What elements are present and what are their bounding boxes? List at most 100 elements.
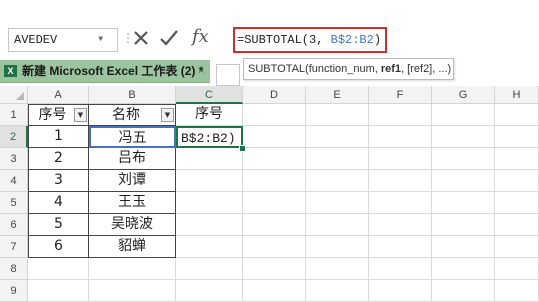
cell-b5[interactable]: 王玉 [89, 192, 176, 214]
empty-cell[interactable] [243, 148, 306, 170]
cell-b1[interactable]: 名称 ▼ [89, 104, 176, 126]
empty-cell[interactable] [306, 192, 369, 214]
column-header-f[interactable]: F [369, 86, 432, 104]
empty-cell[interactable] [432, 280, 495, 302]
empty-cell[interactable] [495, 104, 539, 126]
formula-input[interactable]: =SUBTOTAL(3, B$2:B2) [233, 27, 387, 53]
enter-check-icon[interactable] [158, 26, 180, 50]
empty-cell[interactable] [176, 280, 243, 302]
workbook-tab[interactable]: X 新建 Microsoft Excel 工作表 (2) * × [0, 60, 210, 83]
column-header-c[interactable]: C [176, 86, 243, 104]
empty-cell[interactable] [243, 192, 306, 214]
cell-a7[interactable]: 6 [28, 236, 89, 258]
empty-cell[interactable] [89, 258, 176, 280]
empty-cell[interactable] [243, 236, 306, 258]
insert-function-button[interactable]: fx [192, 26, 209, 47]
empty-cell[interactable] [306, 104, 369, 126]
cell-c2-active[interactable]: B$2:B2) [176, 126, 243, 148]
row-header-1[interactable]: 1 [0, 104, 28, 126]
empty-cell[interactable] [495, 214, 539, 236]
empty-cell[interactable] [306, 170, 369, 192]
empty-cell[interactable] [306, 280, 369, 302]
close-icon[interactable]: × [198, 60, 204, 82]
cell-c5[interactable] [176, 192, 243, 214]
name-box[interactable]: AVEDEV ▼ [8, 28, 118, 52]
cell-a4[interactable]: 3 [28, 170, 89, 192]
empty-cell[interactable] [28, 258, 89, 280]
empty-cell[interactable] [243, 280, 306, 302]
cell-c4[interactable] [176, 170, 243, 192]
cell-c7[interactable] [176, 236, 243, 258]
empty-cell[interactable] [369, 214, 432, 236]
cell-c1[interactable]: 序号 [176, 104, 243, 126]
cell-b4[interactable]: 刘谭 [89, 170, 176, 192]
empty-cell[interactable] [243, 170, 306, 192]
empty-cell[interactable] [369, 104, 432, 126]
row-header-8[interactable]: 8 [0, 258, 28, 280]
empty-cell[interactable] [369, 192, 432, 214]
cell-c6[interactable] [176, 214, 243, 236]
empty-cell[interactable] [176, 258, 243, 280]
fill-handle[interactable] [239, 145, 246, 152]
empty-cell[interactable] [432, 148, 495, 170]
cell-a6[interactable]: 5 [28, 214, 89, 236]
cell-b6[interactable]: 吴晓波 [89, 214, 176, 236]
empty-cell[interactable] [306, 214, 369, 236]
row-header-5[interactable]: 5 [0, 192, 28, 214]
cell-b2[interactable]: 冯五 [89, 126, 176, 148]
cell-c3[interactable] [176, 148, 243, 170]
row-header-4[interactable]: 4 [0, 170, 28, 192]
empty-cell[interactable] [432, 192, 495, 214]
empty-cell[interactable] [243, 214, 306, 236]
row-header-7[interactable]: 7 [0, 236, 28, 258]
empty-cell[interactable] [306, 126, 369, 148]
column-header-g[interactable]: G [432, 86, 495, 104]
empty-cell[interactable] [306, 236, 369, 258]
empty-cell[interactable] [243, 258, 306, 280]
row-header-2[interactable]: 2 [0, 126, 28, 148]
empty-cell[interactable] [495, 236, 539, 258]
empty-cell[interactable] [89, 280, 176, 302]
new-tab-button[interactable] [216, 64, 240, 86]
empty-cell[interactable] [369, 258, 432, 280]
empty-cell[interactable] [306, 258, 369, 280]
tooltip-current-arg[interactable]: ref1 [381, 63, 401, 75]
empty-cell[interactable] [432, 236, 495, 258]
empty-cell[interactable] [495, 192, 539, 214]
empty-cell[interactable] [369, 148, 432, 170]
column-header-e[interactable]: E [306, 86, 369, 104]
select-all-corner[interactable] [0, 86, 28, 104]
empty-cell[interactable] [306, 148, 369, 170]
row-header-3[interactable]: 3 [0, 148, 28, 170]
empty-cell[interactable] [28, 280, 89, 302]
empty-cell[interactable] [432, 258, 495, 280]
cell-b7[interactable]: 貂蝉 [89, 236, 176, 258]
column-header-h[interactable]: H [495, 86, 539, 104]
filter-dropdown-icon[interactable]: ▼ [161, 108, 174, 122]
empty-cell[interactable] [495, 170, 539, 192]
chevron-down-icon[interactable]: ▼ [98, 29, 103, 51]
column-header-a[interactable]: A [28, 86, 89, 104]
filter-dropdown-icon[interactable]: ▼ [74, 108, 87, 122]
empty-cell[interactable] [243, 104, 306, 126]
empty-cell[interactable] [495, 258, 539, 280]
cell-a1[interactable]: 序号 ▼ [28, 104, 89, 126]
empty-cell[interactable] [495, 126, 539, 148]
cell-b3[interactable]: 吕布 [89, 148, 176, 170]
empty-cell[interactable] [432, 170, 495, 192]
empty-cell[interactable] [432, 214, 495, 236]
column-header-b[interactable]: B [89, 86, 176, 104]
empty-cell[interactable] [369, 126, 432, 148]
empty-cell[interactable] [495, 280, 539, 302]
row-header-6[interactable]: 6 [0, 214, 28, 236]
empty-cell[interactable] [495, 148, 539, 170]
cell-a3[interactable]: 2 [28, 148, 89, 170]
row-header-9[interactable]: 9 [0, 280, 28, 302]
empty-cell[interactable] [369, 170, 432, 192]
empty-cell[interactable] [369, 280, 432, 302]
empty-cell[interactable] [432, 126, 495, 148]
column-header-d[interactable]: D [243, 86, 306, 104]
cell-a2[interactable]: 1 [28, 126, 89, 148]
cell-a5[interactable]: 4 [28, 192, 89, 214]
empty-cell[interactable] [369, 236, 432, 258]
